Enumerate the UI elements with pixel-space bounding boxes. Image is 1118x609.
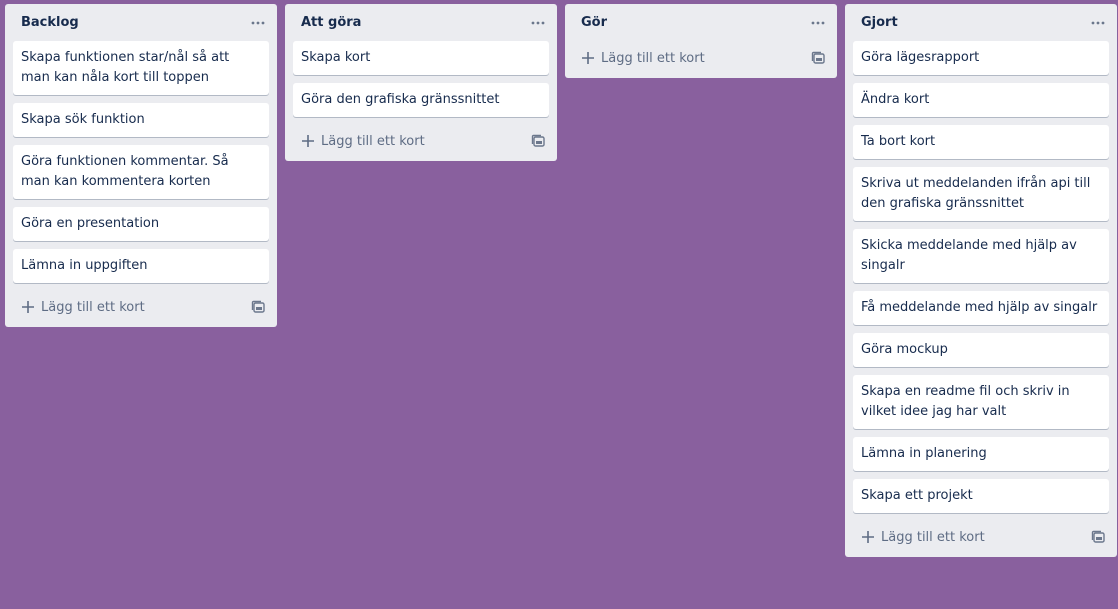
- card[interactable]: Göra mockup: [853, 333, 1109, 367]
- card-list: Göra lägesrapport Ändra kort Ta bort kor…: [845, 41, 1117, 513]
- card-composer: Lägg till ett kort: [845, 519, 1117, 555]
- card-composer: Lägg till ett kort: [5, 289, 277, 325]
- card[interactable]: Skapa en readme fil och skriv in vilket …: [853, 375, 1109, 429]
- card[interactable]: Göra funktionen kommentar. Så man kan ko…: [13, 145, 269, 199]
- list-header: Att göra: [285, 4, 557, 41]
- more-horizontal-icon[interactable]: [527, 12, 549, 34]
- card[interactable]: Lämna in uppgiften: [13, 249, 269, 283]
- add-card-button[interactable]: Lägg till ett kort: [581, 51, 705, 66]
- card-template-icon[interactable]: [247, 296, 269, 318]
- list-title[interactable]: Gjort: [861, 15, 898, 30]
- card[interactable]: Skapa ett projekt: [853, 479, 1109, 513]
- card[interactable]: Ändra kort: [853, 83, 1109, 117]
- more-horizontal-icon[interactable]: [807, 12, 829, 34]
- list-att-gora: Att göra Skapa kort Göra den grafiska gr…: [285, 4, 557, 161]
- board: Backlog Skapa funktionen star/nål så att…: [0, 0, 1118, 609]
- card-composer: Lägg till ett kort: [565, 40, 837, 76]
- list-title[interactable]: Att göra: [301, 15, 361, 30]
- card[interactable]: Skriva ut meddelanden ifrån api till den…: [853, 167, 1109, 221]
- add-card-label: Lägg till ett kort: [601, 50, 705, 66]
- list-header: Gjort: [845, 4, 1117, 41]
- more-horizontal-icon[interactable]: [1087, 12, 1109, 34]
- plus-icon: [301, 134, 315, 148]
- card-list: Skapa kort Göra den grafiska gränssnitte…: [285, 41, 557, 117]
- card-template-icon[interactable]: [807, 47, 829, 69]
- card[interactable]: Ta bort kort: [853, 125, 1109, 159]
- add-card-label: Lägg till ett kort: [321, 133, 425, 149]
- plus-icon: [21, 300, 35, 314]
- add-card-button[interactable]: Lägg till ett kort: [301, 134, 425, 149]
- card[interactable]: Få meddelande med hjälp av singalr: [853, 291, 1109, 325]
- add-card-button[interactable]: Lägg till ett kort: [21, 300, 145, 315]
- card-template-icon[interactable]: [1087, 526, 1109, 548]
- card[interactable]: Skapa sök funktion: [13, 103, 269, 137]
- list-backlog: Backlog Skapa funktionen star/nål så att…: [5, 4, 277, 327]
- more-horizontal-icon[interactable]: [247, 12, 269, 34]
- plus-icon: [581, 51, 595, 65]
- card-list: Skapa funktionen star/nål så att man kan…: [5, 41, 277, 283]
- list-gor: Gör Lägg till ett kort: [565, 4, 837, 78]
- list-header: Gör: [565, 4, 837, 41]
- add-card-label: Lägg till ett kort: [881, 529, 985, 545]
- card[interactable]: Göra en presentation: [13, 207, 269, 241]
- add-card-label: Lägg till ett kort: [41, 299, 145, 315]
- card[interactable]: Skicka meddelande med hjälp av singalr: [853, 229, 1109, 283]
- list-gjort: Gjort Göra lägesrapport Ändra kort Ta bo…: [845, 4, 1117, 557]
- card[interactable]: Skapa funktionen star/nål så att man kan…: [13, 41, 269, 95]
- plus-icon: [861, 530, 875, 544]
- card-composer: Lägg till ett kort: [285, 123, 557, 159]
- list-title[interactable]: Backlog: [21, 15, 79, 30]
- card[interactable]: Skapa kort: [293, 41, 549, 75]
- card-template-icon[interactable]: [527, 130, 549, 152]
- card[interactable]: Göra den grafiska gränssnittet: [293, 83, 549, 117]
- list-header: Backlog: [5, 4, 277, 41]
- add-card-button[interactable]: Lägg till ett kort: [861, 530, 985, 545]
- card[interactable]: Göra lägesrapport: [853, 41, 1109, 75]
- card[interactable]: Lämna in planering: [853, 437, 1109, 471]
- list-title[interactable]: Gör: [581, 15, 607, 30]
